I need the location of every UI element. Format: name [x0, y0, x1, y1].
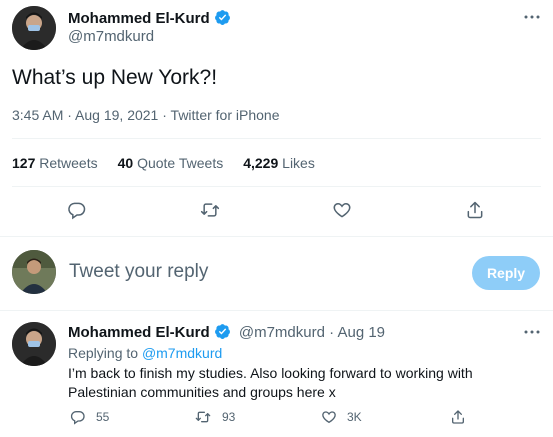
reply-action[interactable]: 55 — [70, 409, 109, 425]
reply-icon — [70, 411, 85, 425]
tweet-stats: 127 Retweets 40 Quote Tweets 4,229 Likes — [12, 155, 335, 171]
tweet-text: What’s up New York?! — [12, 66, 218, 89]
reply-author-name[interactable]: Mohammed El-Kurd — [68, 324, 210, 341]
verified-badge-icon — [214, 10, 230, 25]
reply-input[interactable]: Tweet your reply — [69, 261, 449, 283]
retweet-count: 93 — [222, 410, 236, 424]
retweet-icon[interactable] — [193, 193, 227, 227]
retweets-stat[interactable]: 127 Retweets — [12, 155, 98, 171]
author-avatar[interactable] — [12, 6, 56, 50]
reply-author-handle[interactable]: @m7mdkurd — [239, 324, 325, 341]
reply-author-avatar[interactable] — [12, 322, 56, 366]
like-icon — [322, 411, 336, 424]
share-icon[interactable] — [458, 193, 492, 227]
author-name[interactable]: Mohammed El-Kurd — [68, 10, 210, 27]
tweet-date[interactable]: Aug 19, 2021 — [75, 107, 158, 123]
share-action[interactable] — [450, 409, 476, 425]
verified-badge-icon — [214, 324, 230, 339]
divider — [12, 186, 541, 187]
likes-stat[interactable]: 4,229 Likes — [243, 155, 315, 171]
retweet-icon — [195, 411, 211, 423]
reply-button[interactable]: Reply — [472, 256, 540, 290]
more-options-icon[interactable] — [522, 322, 542, 342]
share-icon — [452, 410, 464, 424]
tweet-source[interactable]: Twitter for iPhone — [171, 107, 280, 123]
quote-tweets-stat[interactable]: 40 Quote Tweets — [118, 155, 224, 171]
user-avatar[interactable] — [12, 250, 56, 294]
more-options-icon[interactable] — [522, 7, 542, 27]
reply-count: 55 — [96, 410, 110, 424]
divider — [12, 138, 541, 139]
reply-text: I’m back to finish my studies. Also look… — [68, 365, 473, 400]
reply-date[interactable]: Aug 19 — [337, 324, 385, 341]
divider — [0, 236, 553, 237]
retweet-action[interactable]: 93 — [194, 409, 235, 425]
like-action[interactable]: 3K — [321, 409, 362, 425]
divider — [0, 310, 553, 311]
replying-to-link[interactable]: @m7mdkurd — [142, 345, 222, 361]
reply-icon[interactable] — [60, 193, 94, 227]
replying-to: Replying to @m7mdkurd — [68, 345, 223, 361]
like-count: 3K — [347, 410, 362, 424]
author-handle[interactable]: @m7mdkurd — [68, 28, 154, 45]
tweet-time[interactable]: 3:45 AM — [12, 107, 63, 123]
like-icon[interactable] — [325, 193, 359, 227]
tweet-meta: 3:45 AM · Aug 19, 2021 · Twitter for iPh… — [12, 107, 280, 123]
